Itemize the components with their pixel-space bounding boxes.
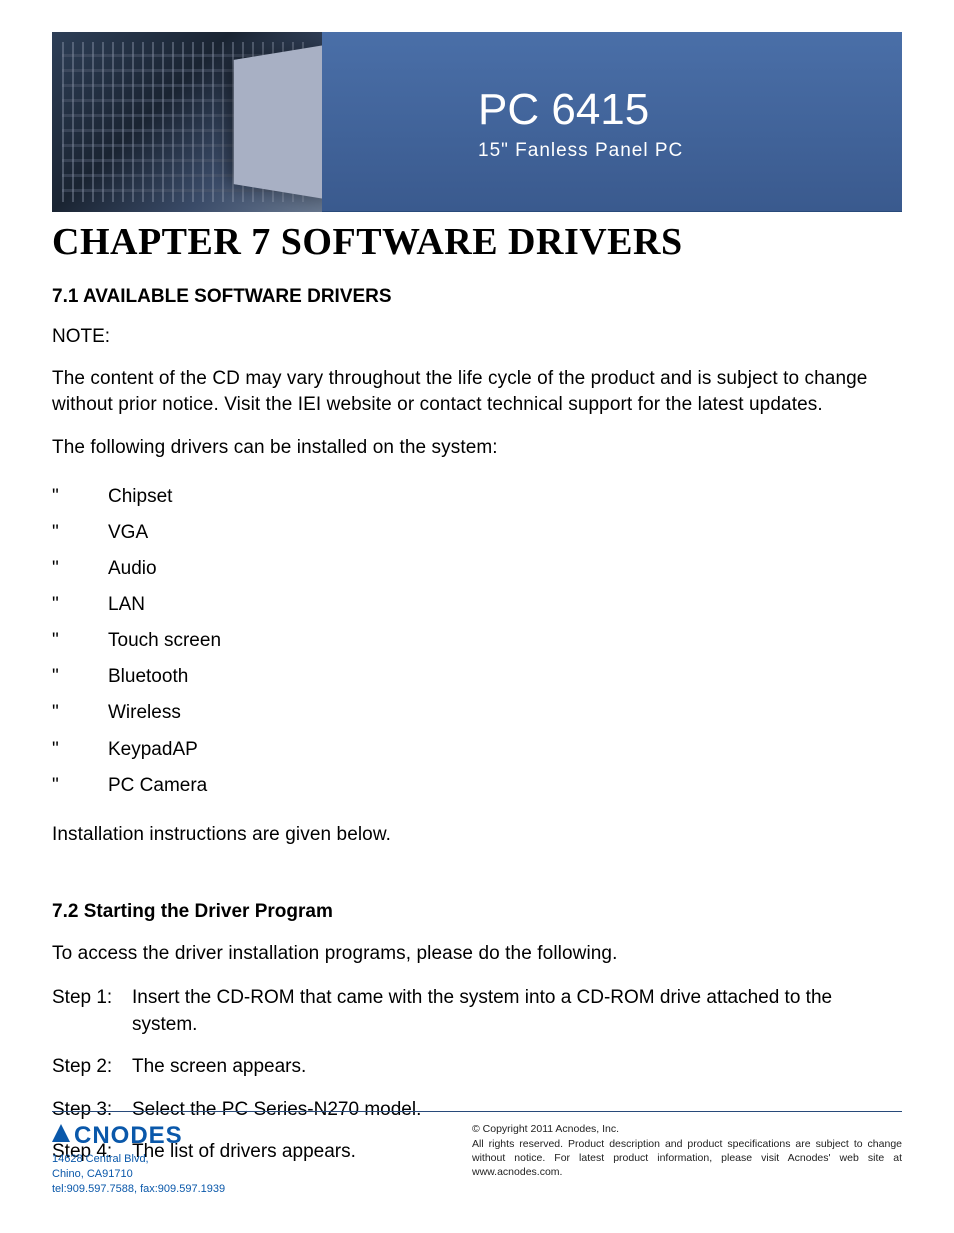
step-text: The screen appears. <box>132 1054 306 1081</box>
paragraph: The content of the CD may vary throughou… <box>52 366 902 417</box>
product-image <box>52 32 322 212</box>
note-label: NOTE: <box>52 326 902 348</box>
divider <box>52 1111 902 1112</box>
step-label: Step 1: <box>52 985 132 1038</box>
list-item: " PC Camera <box>52 768 902 804</box>
bullet-icon: " <box>52 551 108 587</box>
bullet-icon: " <box>52 768 108 804</box>
driver-name: LAN <box>108 587 145 623</box>
bullet-icon: " <box>52 515 108 551</box>
phone-line: tel:909.597.7588, fax:909.597.1939 <box>52 1182 225 1197</box>
list-item: Step 1: Insert the CD-ROM that came with… <box>52 985 902 1038</box>
list-item: Step 2: The screen appears. <box>52 1054 902 1081</box>
list-item: " Bluetooth <box>52 659 902 695</box>
driver-name: KeypadAP <box>108 732 198 768</box>
address-line: 14628 Central Blvd, <box>52 1152 225 1167</box>
list-item: " Audio <box>52 551 902 587</box>
driver-name: PC Camera <box>108 768 207 804</box>
step-text: Insert the CD-ROM that came with the sys… <box>132 985 902 1038</box>
page-footer: CNODES 14628 Central Blvd, Chino, CA9171… <box>52 1111 902 1197</box>
bullet-icon: " <box>52 695 108 731</box>
chapter-title: CHAPTER 7 SOFTWARE DRIVERS <box>52 220 902 264</box>
bullet-icon: " <box>52 479 108 515</box>
product-title: PC 6415 <box>478 85 649 135</box>
driver-name: VGA <box>108 515 148 551</box>
driver-name: Chipset <box>108 479 172 515</box>
driver-name: Bluetooth <box>108 659 188 695</box>
paragraph: Installation instructions are given belo… <box>52 822 902 848</box>
list-item: " Wireless <box>52 695 902 731</box>
copyright-line: © Copyright 2011 Acnodes, Inc. <box>472 1122 902 1136</box>
footer-address-block: CNODES 14628 Central Blvd, Chino, CA9171… <box>52 1122 225 1197</box>
page-content: CHAPTER 7 SOFTWARE DRIVERS 7.1 AVAILABLE… <box>52 220 902 1182</box>
legal-text: All rights reserved. Product description… <box>472 1137 902 1180</box>
list-item: " Chipset <box>52 479 902 515</box>
address-line: Chino, CA91710 <box>52 1167 225 1182</box>
paragraph: To access the driver installation progra… <box>52 941 902 967</box>
bullet-icon: " <box>52 623 108 659</box>
driver-name: Audio <box>108 551 157 587</box>
bullet-icon: " <box>52 587 108 623</box>
section-heading-7-1: 7.1 AVAILABLE SOFTWARE DRIVERS <box>52 286 902 308</box>
section-heading-7-2: 7.2 Starting the Driver Program <box>52 901 902 923</box>
drivers-list: " Chipset " VGA " Audio " LAN " Touch sc… <box>52 479 902 804</box>
list-item: " KeypadAP <box>52 732 902 768</box>
product-subtitle: 15" Fanless Panel PC <box>478 140 683 162</box>
list-item: " LAN <box>52 587 902 623</box>
driver-name: Wireless <box>108 695 181 731</box>
list-item: " VGA <box>52 515 902 551</box>
company-logo: CNODES <box>52 1122 225 1150</box>
step-label: Step 2: <box>52 1054 132 1081</box>
driver-name: Touch screen <box>108 623 221 659</box>
footer-legal-block: © Copyright 2011 Acnodes, Inc. All right… <box>472 1122 902 1179</box>
bullet-icon: " <box>52 732 108 768</box>
paragraph: The following drivers can be installed o… <box>52 435 902 461</box>
list-item: " Touch screen <box>52 623 902 659</box>
bullet-icon: " <box>52 659 108 695</box>
